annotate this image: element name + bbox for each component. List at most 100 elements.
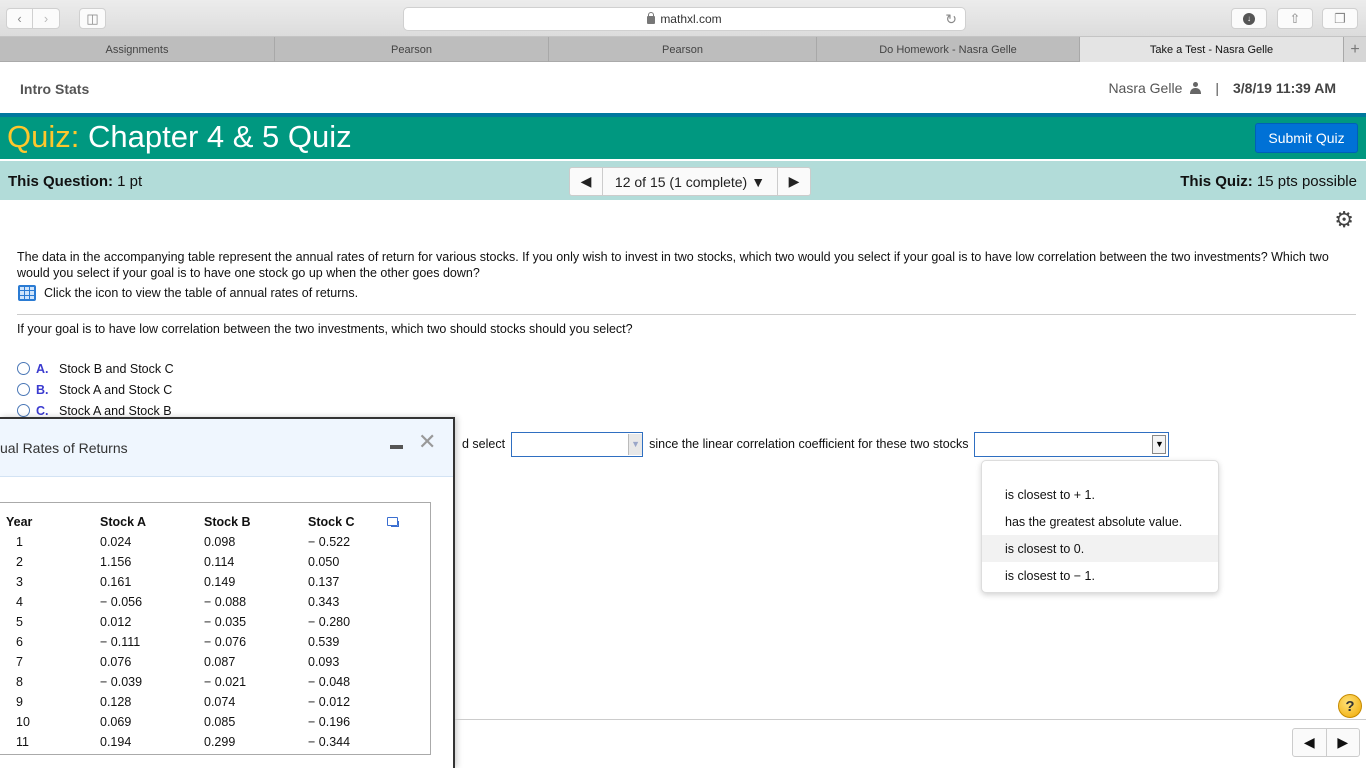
tab-pearson-2[interactable]: Pearson — [549, 37, 817, 62]
tab-take-a-test[interactable]: Take a Test - Nasra Gelle — [1080, 37, 1344, 62]
next-part-button[interactable]: ▶ — [1327, 729, 1360, 756]
dropdown-option[interactable]: is closest to − 1. — [982, 562, 1218, 589]
share-button[interactable]: ⇧ — [1277, 8, 1313, 29]
table-cell: 5 — [16, 615, 23, 629]
table-cell: − 0.111 — [100, 635, 141, 649]
dropdown-arrow-icon[interactable]: ▼ — [628, 433, 643, 455]
table-cell: 0.161 — [100, 575, 132, 589]
prev-part-button[interactable]: ◀ — [1293, 729, 1327, 756]
back-button[interactable]: ‹ — [6, 8, 33, 29]
tab-do-homework[interactable]: Do Homework - Nasra Gelle — [817, 37, 1080, 62]
table-cell: − 0.280 — [308, 615, 351, 629]
table-cell: 6 — [16, 635, 23, 649]
tabs-button[interactable]: ❐ — [1322, 8, 1358, 29]
dropdown-option[interactable]: has the greatest absolute value. — [982, 508, 1218, 535]
minimize-icon[interactable] — [390, 445, 403, 449]
data-window-title: ual Rates of Returns — [0, 440, 128, 456]
quiz-bar: Quiz: Chapter 4 & 5 Quiz Submit Quiz — [0, 113, 1366, 159]
url-text: mathxl.com — [660, 12, 722, 26]
question-points-label: This Question: — [8, 173, 113, 190]
sidebar-button[interactable]: ◫ — [79, 8, 106, 29]
coefficient-select[interactable]: ▼ — [974, 431, 1170, 457]
option-b[interactable]: B. Stock A and Stock C — [17, 379, 174, 400]
table-cell: 0.149 — [204, 575, 236, 589]
table-cell: − 0.344 — [308, 735, 351, 749]
table-row: 8 − 0.039 − 0.021 − 0.048 — [0, 672, 383, 692]
table-cell: 0.299 — [204, 735, 236, 749]
table-cell: − 0.035 — [204, 615, 247, 629]
next-question-button[interactable]: ▶ — [777, 168, 810, 195]
option-text: Stock A and Stock B — [59, 403, 172, 418]
table-cell: 0.194 — [100, 735, 132, 749]
table-cell: 0.343 — [308, 595, 340, 609]
triangle-right-icon: ▶ — [788, 173, 800, 189]
gear-icon[interactable]: ⚙ — [1334, 207, 1354, 233]
table-link-text: Click the icon to view the table of annu… — [44, 286, 359, 300]
copy-icon[interactable] — [387, 517, 399, 527]
quiz-points-value: 15 pts possible — [1256, 173, 1357, 190]
table-header-row: Year Stock A Stock B Stock C — [0, 511, 383, 532]
reload-icon[interactable]: ↻ — [945, 11, 957, 28]
new-tab-button[interactable]: + — [1344, 37, 1366, 62]
answer-middle: since the linear correlation coefficient… — [649, 437, 969, 451]
table-cell: 0.539 — [308, 635, 340, 649]
data-table-window[interactable]: ual Rates of Returns ✕ Year Stock A Stoc… — [0, 417, 455, 768]
downloads-button[interactable]: ↓ — [1231, 8, 1267, 29]
submit-quiz-button[interactable]: Submit Quiz — [1255, 123, 1358, 153]
table-cell: − 0.088 — [204, 595, 247, 609]
prev-question-button[interactable]: ◀ — [570, 168, 603, 195]
table-row: 3 0.161 0.149 0.137 — [0, 572, 383, 592]
table-row: 9 0.128 0.074 − 0.012 — [0, 692, 383, 712]
tab-label: Pearson — [391, 43, 432, 56]
dropdown-option[interactable]: is closest to + 1. — [982, 481, 1218, 508]
question-selector[interactable]: 12 of 15 (1 complete) ▼ — [603, 168, 777, 195]
course-title: Intro Stats — [20, 81, 90, 97]
tab-assignments[interactable]: Assignments — [0, 37, 275, 62]
table-row: 5 0.012 − 0.035 − 0.280 — [0, 612, 383, 632]
column-header: Year — [6, 514, 33, 529]
address-bar[interactable]: mathxl.com ↻ — [403, 7, 966, 31]
answer-row: d select ▼ since the linear correlation … — [462, 431, 1170, 457]
chevron-left-icon: ‹ — [17, 11, 22, 26]
data-window-header[interactable]: ual Rates of Returns ✕ — [0, 419, 453, 477]
option-a[interactable]: A. Stock B and Stock C — [17, 358, 174, 379]
plus-icon: + — [1350, 40, 1360, 58]
sidebar-icon: ◫ — [86, 10, 99, 26]
dropdown-option-highlighted[interactable]: is closest to 0. — [982, 535, 1218, 562]
stocks-select[interactable]: ▼ — [511, 431, 644, 457]
user-icon — [1190, 82, 1202, 94]
radio-button[interactable] — [17, 362, 30, 375]
table-cell: 0.114 — [204, 555, 235, 569]
dropdown-arrow-icon[interactable]: ▼ — [1152, 434, 1167, 454]
triangle-right-icon: ▶ — [1337, 734, 1349, 750]
page-header: Intro Stats Nasra Gelle | 3/8/19 11:39 A… — [0, 62, 1366, 113]
tab-label: Take a Test - Nasra Gelle — [1149, 43, 1274, 56]
table-icon[interactable] — [18, 285, 36, 301]
download-icon: ↓ — [1243, 12, 1255, 25]
table-row: 6 − 0.111 − 0.076 0.539 — [0, 632, 383, 652]
tab-label: Pearson — [662, 43, 703, 56]
quiz-title: Quiz: Chapter 4 & 5 Quiz — [7, 119, 352, 155]
option-letter: A. — [36, 361, 49, 376]
table-cell: 4 — [16, 595, 23, 609]
table-link[interactable]: Click the icon to view the table of annu… — [18, 285, 358, 301]
user-name[interactable]: Nasra Gelle — [1108, 80, 1182, 96]
help-icon[interactable]: ? — [1338, 694, 1362, 718]
table-cell: 0.076 — [100, 655, 132, 669]
forward-button[interactable]: › — [33, 8, 60, 29]
tab-pearson-1[interactable]: Pearson — [275, 37, 549, 62]
table-cell: 0.069 — [100, 715, 132, 729]
table-cell: 0.137 — [308, 575, 340, 589]
table-cell: − 0.048 — [308, 675, 351, 689]
close-icon[interactable]: ✕ — [418, 429, 436, 455]
table-cell: 0.050 — [308, 555, 340, 569]
datetime: 3/8/19 11:39 AM — [1233, 80, 1336, 96]
radio-button[interactable] — [17, 404, 30, 417]
table-cell: 0.093 — [308, 655, 340, 669]
table-cell: 0.085 — [204, 715, 236, 729]
table-cell: 1 — [16, 535, 23, 549]
radio-button[interactable] — [17, 383, 30, 396]
table-row: 7 0.076 0.087 0.093 — [0, 652, 383, 672]
table-cell: 10 — [16, 715, 30, 729]
question-points-value: 1 pt — [117, 173, 143, 190]
